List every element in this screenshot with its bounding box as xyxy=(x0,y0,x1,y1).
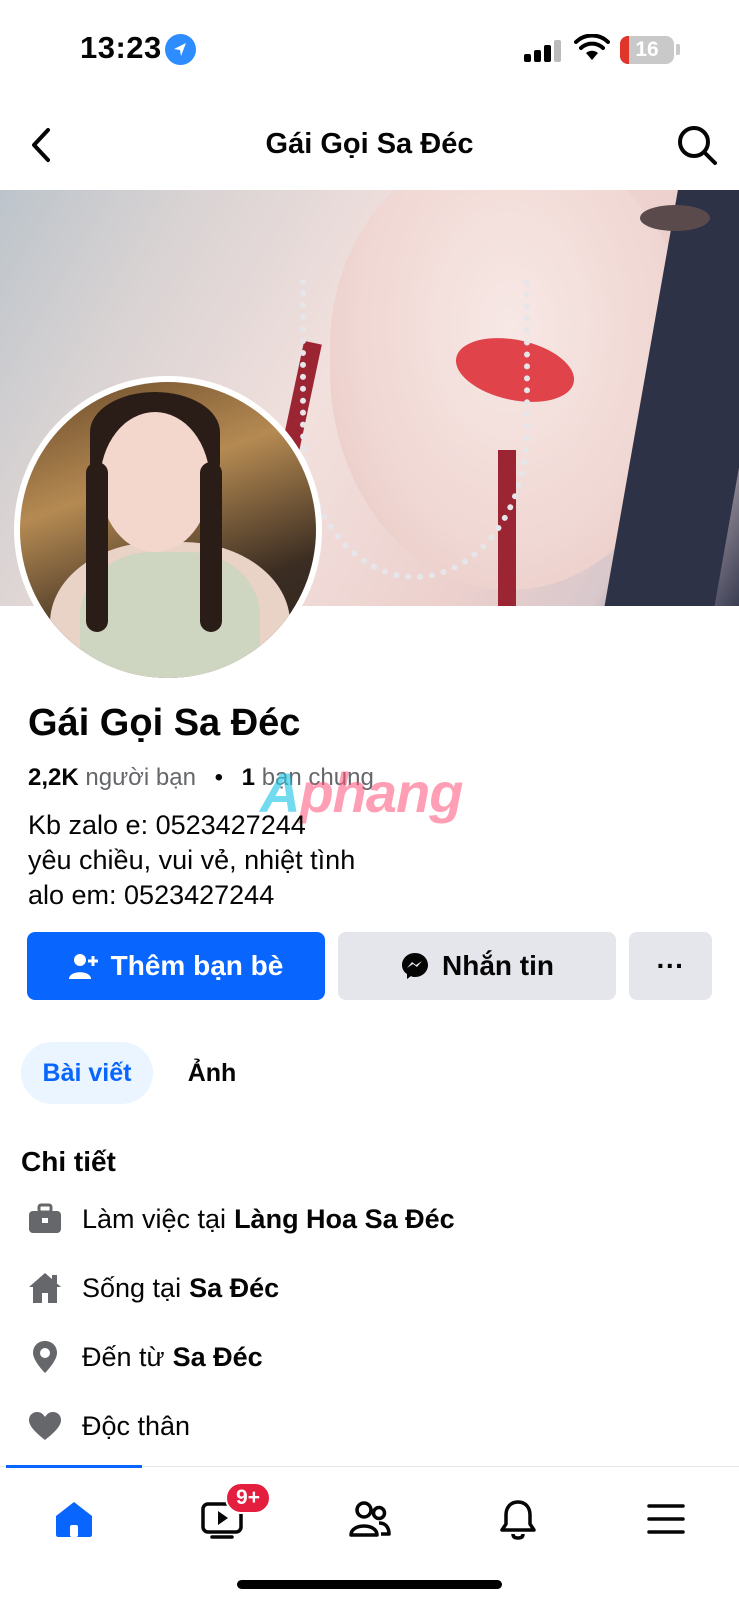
location-pin-icon xyxy=(24,1336,66,1378)
message-label: Nhắn tin xyxy=(442,950,554,981)
battery-level: 16 xyxy=(635,38,659,61)
signal-icon xyxy=(524,38,564,62)
active-tab-indicator xyxy=(6,1465,142,1468)
live-prefix: Sống tại xyxy=(82,1272,182,1303)
tab-posts[interactable]: Bài viết xyxy=(21,1042,153,1104)
location-arrow-icon xyxy=(165,34,196,65)
heart-icon xyxy=(24,1405,66,1447)
home-icon[interactable] xyxy=(44,1489,104,1549)
bio-line: yêu chiều, vui vẻ, nhiệt tình xyxy=(28,845,356,875)
from-prefix: Đến từ xyxy=(82,1341,165,1372)
friend-stats[interactable]: 2,2K người bạn • 1 bạn chung xyxy=(28,764,374,792)
mutual-label: bạn chung xyxy=(261,764,374,791)
status-time: 13:23 xyxy=(80,30,162,65)
status-bar: 13:23 16 xyxy=(0,0,739,100)
add-friend-button[interactable]: Thêm bạn bè xyxy=(27,932,325,1000)
notifications-bell-icon[interactable] xyxy=(488,1489,548,1549)
detail-relationship[interactable]: Độc thân xyxy=(24,1401,190,1451)
from-value: Sa Đéc xyxy=(172,1341,263,1372)
friends-label: người bạn xyxy=(85,764,196,791)
page-title: Gái Gọi Sa Đéc xyxy=(265,128,474,160)
more-dots-icon: ··· xyxy=(656,950,685,981)
wifi-icon xyxy=(574,33,610,62)
home-indicator xyxy=(237,1580,502,1589)
bio: Kb zalo e: 0523427244 yêu chiều, vui vẻ,… xyxy=(28,808,355,913)
top-nav: Gái Gọi Sa Đéc xyxy=(0,100,739,190)
tab-photos[interactable]: Ảnh xyxy=(170,1042,254,1104)
add-friend-label: Thêm bạn bè xyxy=(110,950,284,981)
bio-line: Kb zalo e: 0523427244 xyxy=(28,810,306,840)
home-icon xyxy=(24,1267,66,1309)
briefcase-icon xyxy=(24,1198,66,1240)
add-friend-icon xyxy=(68,952,99,980)
mutual-count: 1 xyxy=(241,764,256,791)
stats-separator: • xyxy=(214,764,223,791)
battery-icon: 16 xyxy=(620,36,674,64)
profile-name: Gái Gọi Sa Đéc xyxy=(28,702,301,744)
search-icon[interactable] xyxy=(674,122,720,168)
work-value: Làng Hoa Sa Đéc xyxy=(234,1203,455,1234)
battery-tip xyxy=(676,44,680,55)
friends-icon[interactable] xyxy=(340,1489,400,1549)
detail-lives-in[interactable]: Sống tại Sa Đéc xyxy=(24,1263,279,1313)
menu-icon[interactable] xyxy=(636,1489,696,1549)
friends-count: 2,2K xyxy=(28,764,79,791)
more-options-button[interactable]: ··· xyxy=(629,932,712,1000)
detail-work[interactable]: Làm việc tại Làng Hoa Sa Đéc xyxy=(24,1194,455,1244)
detail-from[interactable]: Đến từ Sa Đéc xyxy=(24,1332,263,1382)
bio-line: alo em: 0523427244 xyxy=(28,880,275,910)
profile-avatar[interactable] xyxy=(14,376,322,684)
details-title: Chi tiết xyxy=(21,1146,116,1177)
work-prefix: Làm việc tại xyxy=(82,1203,227,1234)
message-button[interactable]: Nhắn tin xyxy=(338,932,616,1000)
live-value: Sa Đéc xyxy=(189,1272,280,1303)
messenger-icon xyxy=(400,951,430,981)
video-notification-badge: 9+ xyxy=(225,1482,271,1514)
relationship-status: Độc thân xyxy=(82,1410,191,1441)
